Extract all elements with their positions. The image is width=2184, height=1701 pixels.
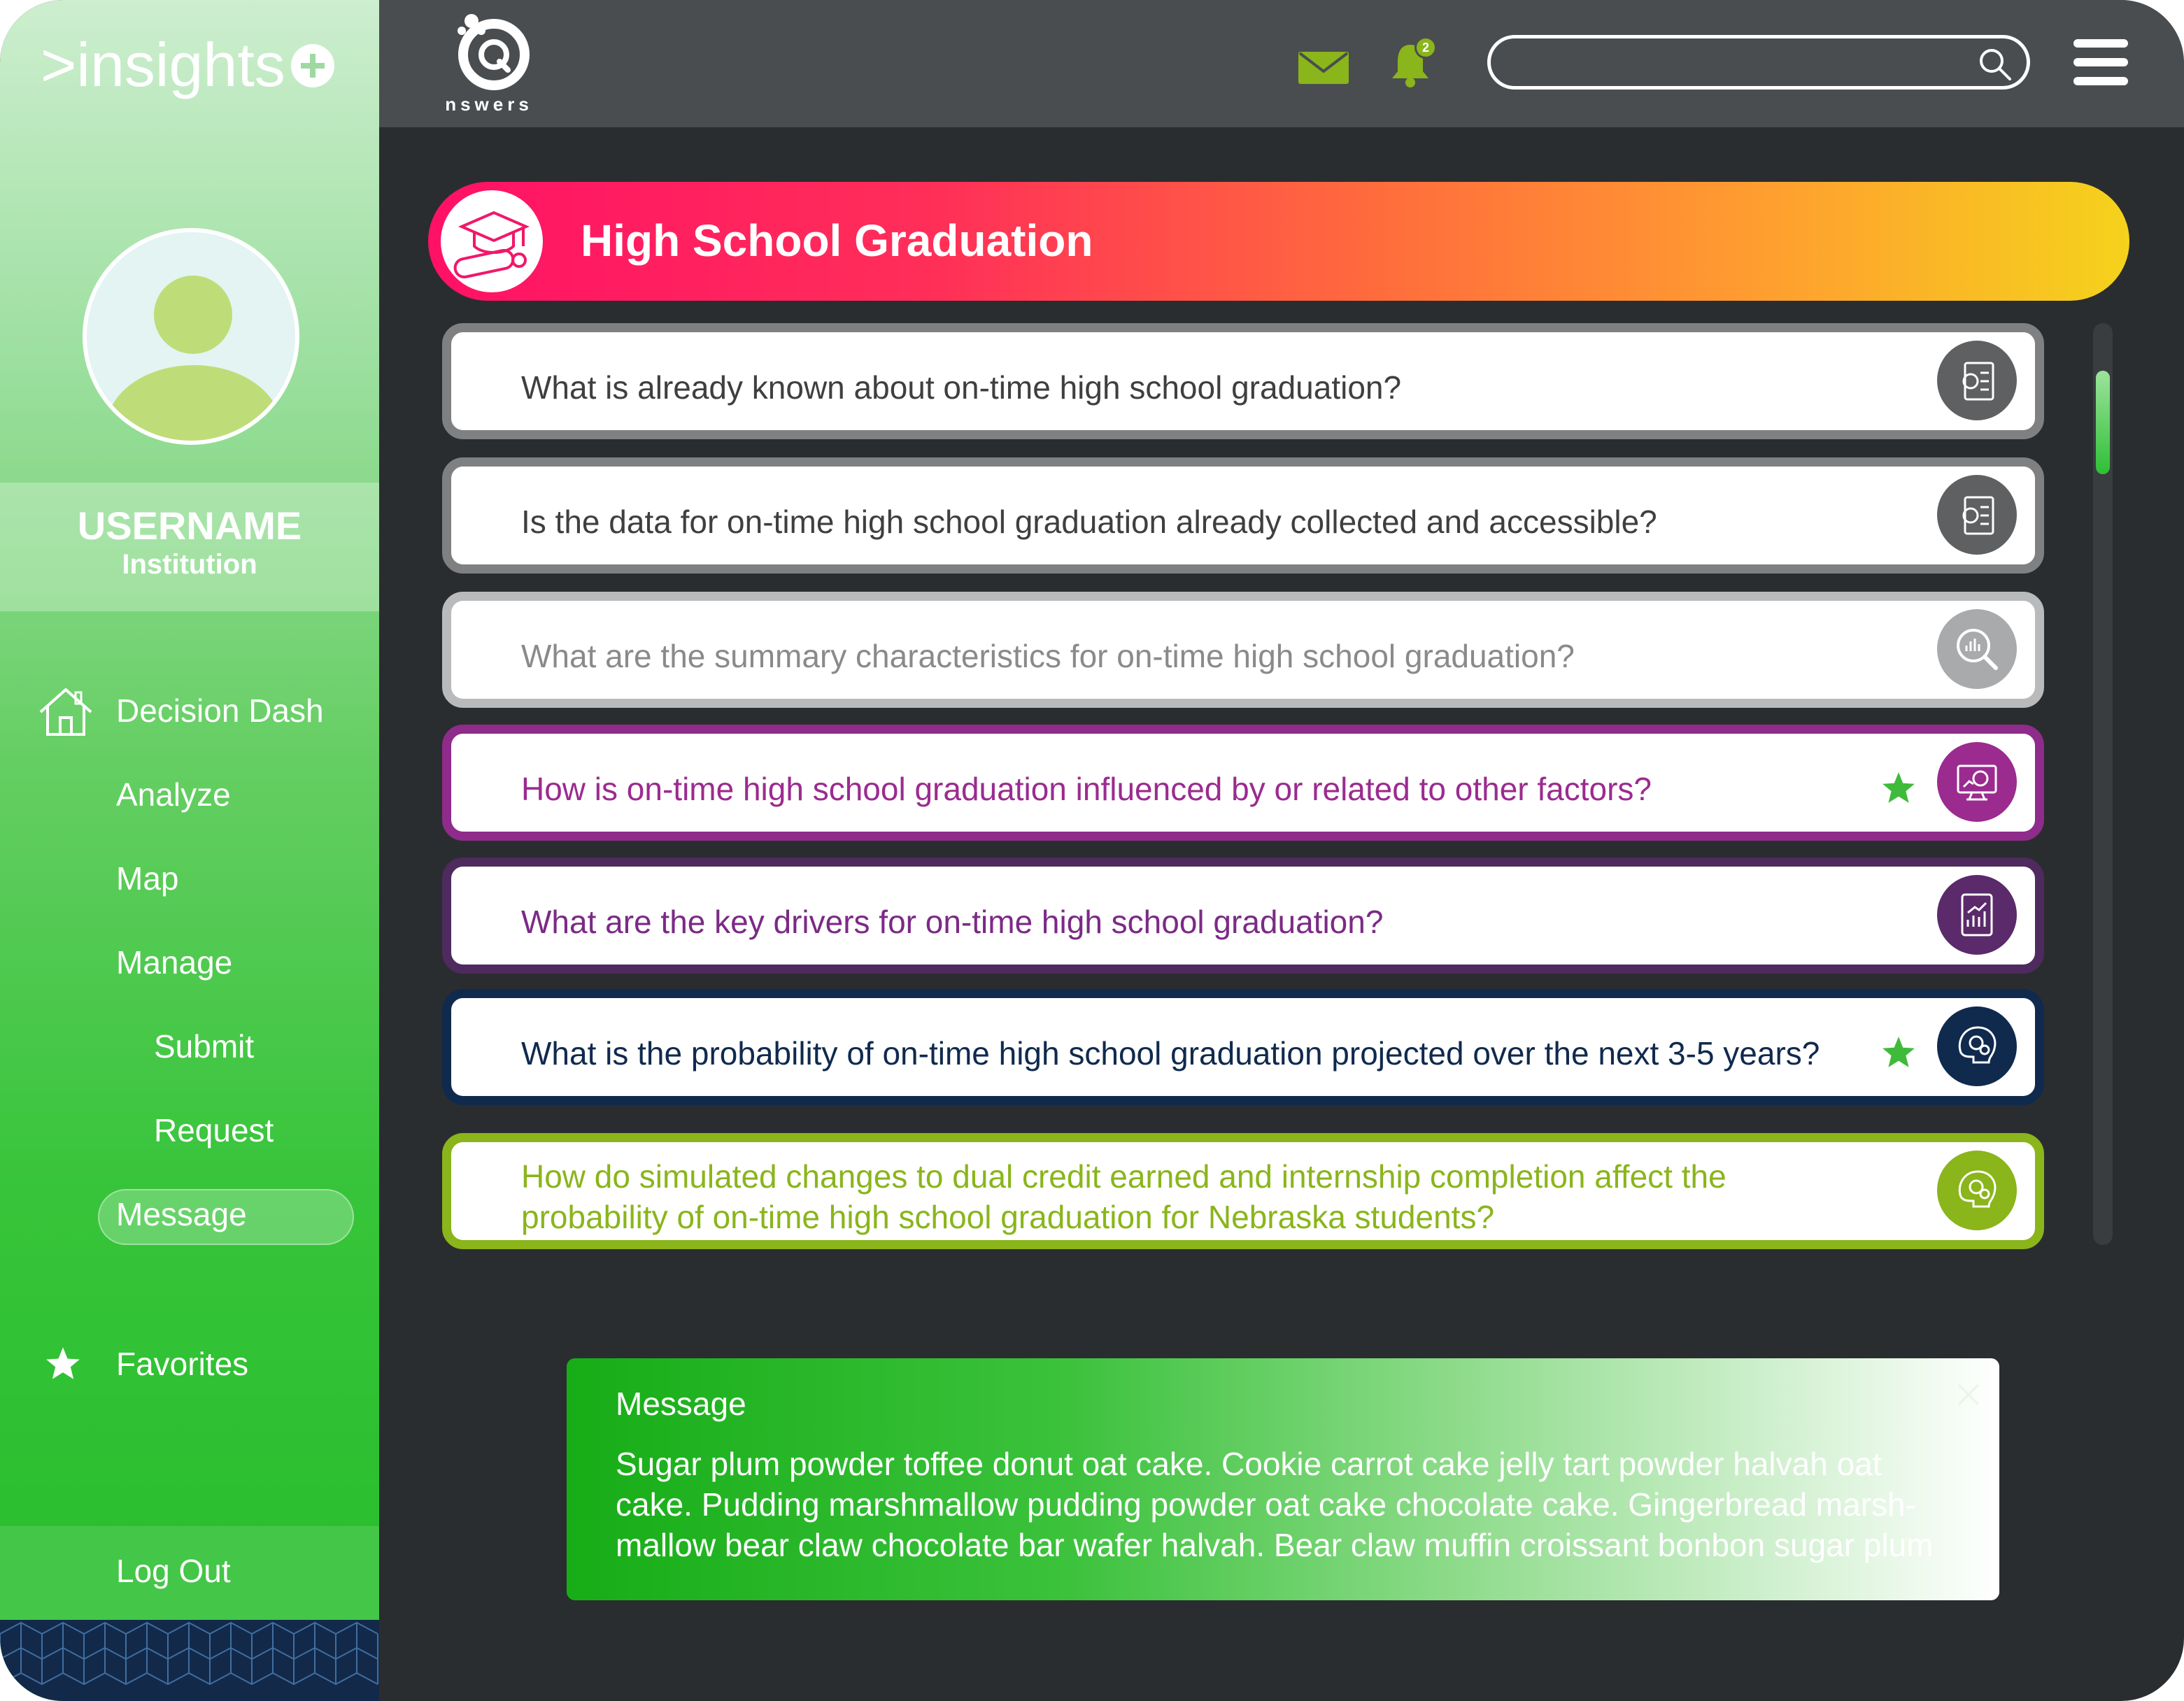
message-toast: Message Sugar plum powder toffee donut o… [567, 1358, 1999, 1600]
document-settings-icon[interactable] [1937, 475, 2017, 555]
toast-line-3: mallow bear claw chocolate bar wafer hal… [616, 1527, 1934, 1563]
topic-banner: High School Graduation [428, 182, 2129, 301]
monitor-chart-icon[interactable] [1937, 742, 2017, 822]
search-input[interactable] [1487, 35, 2030, 90]
sidebar-item-submit[interactable]: Submit [154, 1027, 254, 1066]
question-card[interactable]: What are the key drivers for on-time hig… [442, 857, 2044, 974]
head-gears-icon[interactable] [1937, 1006, 2017, 1086]
question-text: How is on-time high school graduation in… [521, 771, 1652, 807]
top-bar: nswers 2 [379, 0, 2184, 127]
logout-link[interactable]: Log Out [116, 1551, 231, 1590]
star-icon[interactable] [1881, 1034, 1916, 1069]
question-card[interactable]: How is on-time high school graduation in… [442, 725, 2044, 841]
question-text: What is already known about on-time high… [521, 369, 1402, 406]
hamburger-menu-icon[interactable] [2072, 38, 2129, 87]
search-icon[interactable] [1978, 47, 2013, 82]
home-icon [39, 688, 92, 736]
username: USERNAME [77, 504, 302, 548]
sidebar-item-request[interactable]: Request [154, 1111, 274, 1150]
notification-count: 2 [1421, 41, 1429, 55]
magnify-chart-icon[interactable] [1937, 609, 2017, 689]
sidebar-item-favorites[interactable]: Favorites [116, 1344, 248, 1383]
mail-icon[interactable] [1297, 50, 1350, 85]
question-text-line-1: How do simulated changes to dual credit … [521, 1158, 1726, 1195]
graduation-cap-icon [453, 211, 530, 279]
notifications[interactable]: 2 [1389, 36, 1445, 90]
app-logo[interactable]: >insights [41, 27, 334, 104]
close-icon[interactable] [1953, 1379, 1984, 1410]
logo-prefix: > [41, 30, 77, 99]
notification-badge: 2 [1414, 36, 1437, 59]
question-card[interactable]: Is the data for on-time high school grad… [442, 457, 2044, 574]
question-text: What are the key drivers for on-time hig… [521, 904, 1384, 940]
sidebar-item-decision-dash[interactable]: Decision Dash [116, 691, 324, 730]
user-info: USERNAME Institution [0, 483, 379, 611]
sidebar-item-manage[interactable]: Manage [116, 943, 232, 982]
question-card[interactable]: What is already known about on-time high… [442, 323, 2044, 439]
question-card[interactable]: What are the summary characteristics for… [442, 592, 2044, 708]
question-text: Is the data for on-time high school grad… [521, 504, 1657, 540]
avatar-head [154, 276, 232, 354]
toast-title: Message [616, 1386, 746, 1422]
question-text: What is the probability of on-time high … [521, 1035, 1820, 1072]
scrollbar-thumb[interactable] [2096, 371, 2110, 474]
tablet-chart-icon[interactable] [1937, 875, 2017, 955]
sidebar-item-map[interactable]: Map [116, 859, 178, 898]
star-icon [46, 1347, 80, 1379]
head-gears-icon[interactable] [1937, 1151, 2017, 1230]
toast-body: Sugar plum powder toffee donut oat cake.… [616, 1444, 1966, 1565]
sidebar: >insights USERNAME Institution Decision … [0, 0, 379, 1701]
question-text: What are the summary characteristics for… [521, 638, 1575, 674]
document-settings-icon[interactable] [1937, 341, 2017, 420]
sidebar-item-message[interactable]: Message [116, 1195, 247, 1234]
avatar-body [106, 365, 281, 441]
app-window: >insights USERNAME Institution Decision … [0, 0, 2184, 1701]
toast-line-1: Sugar plum powder toffee donut oat cake.… [616, 1446, 1882, 1482]
question-card[interactable]: What is the probability of on-time high … [442, 989, 2044, 1105]
star-icon[interactable] [1881, 770, 1916, 805]
sidebar-item-analyze[interactable]: Analyze [116, 775, 231, 814]
question-card[interactable]: How do simulated changes to dual credit … [442, 1133, 2044, 1249]
banner-icon-circle [441, 190, 543, 292]
toast-line-2: cake. Pudding marshmallow pudding powder… [616, 1486, 1916, 1523]
brand-name: nswers [445, 94, 533, 115]
plus-circle-icon [290, 43, 334, 87]
avatar[interactable] [83, 228, 299, 445]
decorative-pattern [0, 1620, 379, 1701]
logo-text: insights [76, 30, 285, 99]
page-title: High School Graduation [581, 215, 1093, 266]
institution: Institution [122, 549, 257, 580]
question-text-line-2: probability of on-time high school gradu… [521, 1199, 1495, 1235]
